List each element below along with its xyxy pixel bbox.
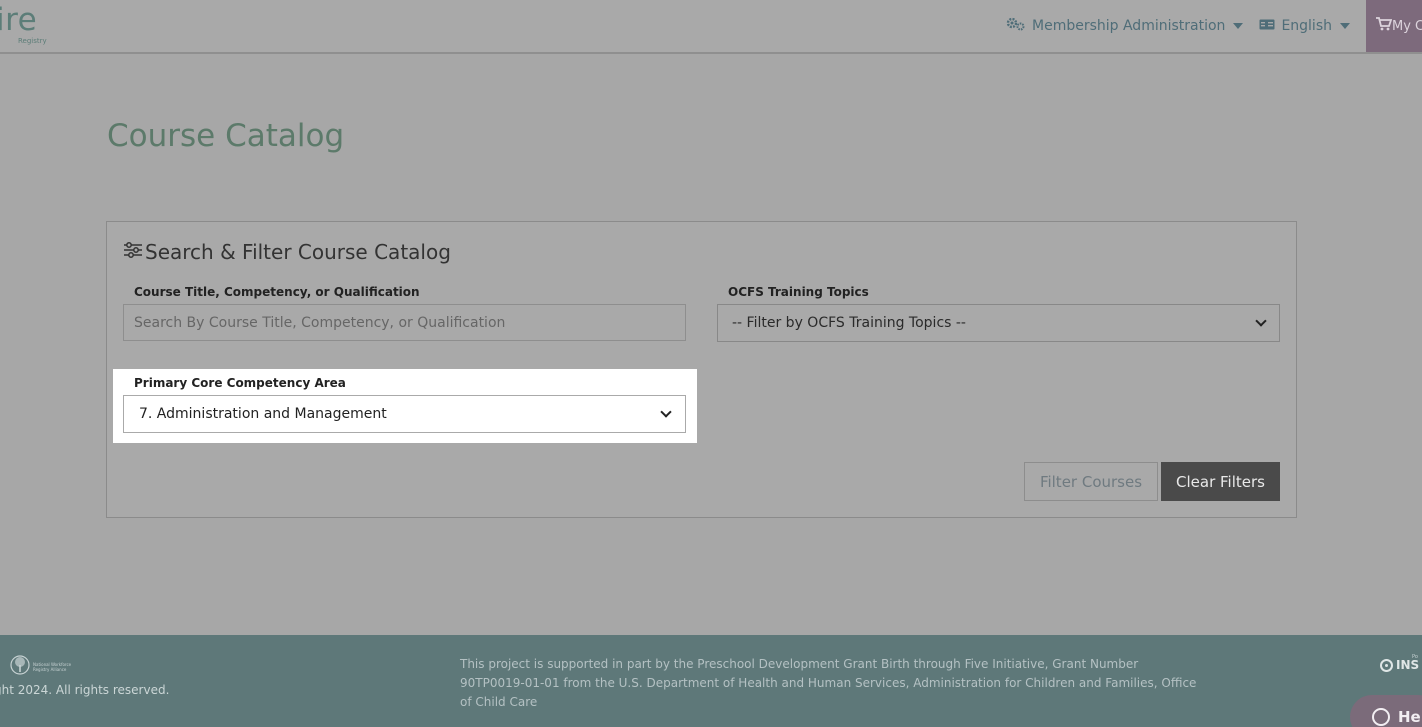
help-button[interactable]: He xyxy=(1350,695,1422,727)
search-input[interactable]: Search By Course Title, Competency, or Q… xyxy=(123,304,686,341)
header-nav: Membership Administration English My C xyxy=(1006,0,1422,52)
language-menu[interactable]: English xyxy=(1259,18,1350,34)
ocfs-label: OCFS Training Topics xyxy=(728,285,869,299)
logo-wordmark: ire xyxy=(0,2,38,38)
cart-icon xyxy=(1376,17,1393,35)
competency-field-highlight: Primary Core Competency Area 7. Administ… xyxy=(113,369,697,443)
search-placeholder: Search By Course Title, Competency, or Q… xyxy=(134,314,506,331)
partner-name: INS xyxy=(1396,658,1420,672)
chevron-down-icon xyxy=(660,406,672,418)
tree-icon xyxy=(10,655,30,679)
clear-filters-button[interactable]: Clear Filters xyxy=(1161,462,1280,501)
competency-label: Primary Core Competency Area xyxy=(134,376,346,390)
page-title: Course Catalog xyxy=(107,118,345,154)
ocfs-selected-value: -- Filter by OCFS Training Topics -- xyxy=(732,315,966,331)
language-card-icon xyxy=(1259,18,1281,34)
site-logo[interactable]: ire Registry xyxy=(0,2,47,45)
chevron-down-icon xyxy=(1233,23,1244,29)
partner-logo[interactable]: INS xyxy=(1380,658,1419,672)
site-header: ire Registry Membership Administration E… xyxy=(0,0,1422,54)
gears-icon xyxy=(1006,17,1032,35)
copyright-text: ght 2024. All rights reserved. xyxy=(0,683,170,697)
cart-label: My C xyxy=(1392,18,1422,34)
alliance-logo-text: National Workforce Registry Alliance xyxy=(33,662,72,672)
logo-subtitle: Registry xyxy=(18,37,47,45)
alliance-logo[interactable]: National Workforce Registry Alliance xyxy=(10,655,79,679)
cart-button[interactable]: My C xyxy=(1366,0,1422,52)
sliders-icon xyxy=(123,240,145,264)
ocfs-topics-select[interactable]: -- Filter by OCFS Training Topics -- xyxy=(717,304,1280,342)
site-footer: National Workforce Registry Alliance ght… xyxy=(0,635,1422,727)
membership-admin-label: Membership Administration xyxy=(1032,18,1226,34)
competency-selected-value: 7. Administration and Management xyxy=(139,406,387,422)
search-label: Course Title, Competency, or Qualificati… xyxy=(134,285,420,299)
help-label: He xyxy=(1398,708,1421,726)
panel-title-text: Search & Filter Course Catalog xyxy=(145,240,451,264)
competency-area-select[interactable]: 7. Administration and Management xyxy=(123,395,686,433)
chevron-down-icon xyxy=(1255,315,1267,327)
panel-title: Search & Filter Course Catalog xyxy=(123,240,451,264)
grant-text: This project is supported in part by the… xyxy=(460,657,1197,709)
language-label: English xyxy=(1281,18,1332,34)
help-bubble-icon xyxy=(1372,708,1390,726)
membership-admin-menu[interactable]: Membership Administration xyxy=(1006,17,1244,35)
chevron-down-icon xyxy=(1340,23,1350,29)
partner-ring-icon xyxy=(1380,658,1393,672)
filter-courses-button[interactable]: Filter Courses xyxy=(1024,462,1158,501)
